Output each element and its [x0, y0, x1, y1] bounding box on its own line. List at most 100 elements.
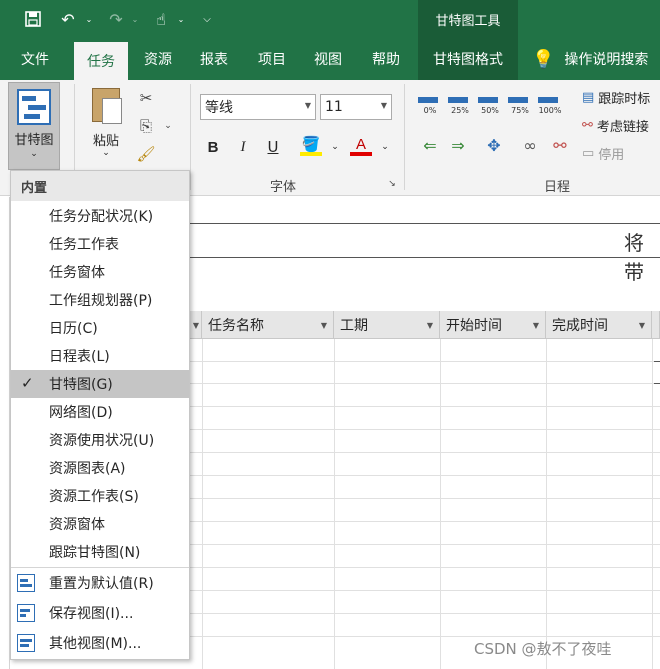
paste-button-label: 粘贴: [92, 134, 119, 149]
divider: [404, 84, 405, 190]
menu-item-more-views[interactable]: 其他视图(M)...: [11, 629, 189, 657]
font-size-value: 11: [325, 99, 343, 115]
indent-icon[interactable]: ⇒: [446, 134, 470, 156]
dialog-launcher-icon[interactable]: ↘: [386, 178, 398, 190]
link-tasks-icon[interactable]: ∞: [518, 134, 542, 156]
split-task-icon[interactable]: ✥: [482, 134, 506, 156]
view-bar: [0, 197, 10, 669]
font-name-value: 等线: [205, 100, 233, 116]
tab-help[interactable]: 帮助: [362, 38, 410, 80]
menu-item-resource-usage[interactable]: 资源使用状况(U): [11, 426, 189, 454]
divider: [190, 84, 191, 190]
format-painter-icon[interactable]: 🖌: [136, 144, 156, 164]
menu-item-tracking-gantt[interactable]: 跟踪甘特图(N): [11, 538, 189, 566]
menu-divider: [11, 567, 189, 568]
chevron-down-icon: ▼: [192, 321, 199, 330]
column-header-duration[interactable]: 工期 ▼: [334, 311, 440, 339]
unlink-tasks-icon[interactable]: ⚯: [548, 134, 572, 156]
menu-item-task-usage[interactable]: 任务分配状况(K): [11, 202, 189, 230]
mark-on-track-button[interactable]: ▤ 跟踪时标: [582, 88, 650, 107]
menu-item-resource-form[interactable]: 资源窗体: [11, 510, 189, 538]
font-size-combo[interactable]: 11 ▼: [320, 94, 392, 120]
timeline-text: 将带: [624, 231, 644, 284]
tab-report[interactable]: 报表: [190, 38, 238, 80]
tell-me-search[interactable]: 💡 操作说明搜索: [532, 38, 648, 80]
chevron-down-icon[interactable]: ⌄: [324, 136, 346, 158]
menu-item-timeline[interactable]: 日程表(L): [11, 342, 189, 370]
percent-complete-100-button[interactable]: 100%: [538, 94, 564, 116]
chevron-down-icon: ⌄: [30, 149, 38, 159]
inactivate-label: 停用: [598, 148, 625, 163]
respect-links-label: 考虑链接: [596, 120, 649, 135]
copy-dropdown-icon[interactable]: ⌄: [158, 116, 178, 136]
gantt-chart-icon: [17, 89, 51, 125]
mark-on-track-label: 跟踪时标: [598, 92, 651, 107]
cut-icon[interactable]: ✂: [136, 88, 156, 108]
contextual-tool-header: 甘特图工具: [418, 0, 518, 38]
respect-links-icon: ⚯: [582, 118, 593, 133]
schedule-group-label: 日程: [544, 180, 571, 195]
watermark: CSDN @敖不了夜哇: [474, 640, 612, 658]
save-icon[interactable]: [22, 8, 44, 30]
menu-item-task-sheet[interactable]: 任务工作表: [11, 230, 189, 258]
redo-dropdown-icon[interactable]: ⌄: [130, 8, 140, 30]
menu-item-save-view[interactable]: 保存视图(I)...: [11, 599, 189, 627]
font-color-button[interactable]: A: [350, 136, 372, 156]
reset-view-icon: [17, 574, 35, 592]
underline-button[interactable]: U: [262, 136, 284, 158]
customize-qat-icon[interactable]: ⌵: [200, 8, 214, 30]
percent-complete-50-button[interactable]: 50%: [478, 94, 504, 116]
undo-dropdown-icon[interactable]: ⌄: [84, 8, 94, 30]
tab-gantt-format[interactable]: 甘特图格式: [418, 38, 518, 80]
paste-button[interactable]: 粘贴 ⌄: [86, 86, 126, 166]
chevron-down-icon: ▼: [304, 101, 311, 110]
highlight-color-icon[interactable]: 🪣: [300, 135, 322, 156]
gantt-chart-view-button[interactable]: 甘特图 ⌄: [8, 82, 60, 170]
menu-item-task-form[interactable]: 任务窗体: [11, 258, 189, 286]
inactivate-button[interactable]: ▭ 停用: [582, 144, 624, 163]
tab-view[interactable]: 视图: [304, 38, 352, 80]
chevron-down-icon: ▼: [638, 321, 645, 330]
lightbulb-icon: 💡: [532, 48, 555, 70]
column-header-task-name[interactable]: 任务名称 ▼: [202, 311, 334, 339]
menu-item-reset-to-default[interactable]: 重置为默认值(R): [11, 569, 189, 597]
column-header-indicator[interactable]: ▼: [188, 311, 202, 339]
column-header-start[interactable]: 开始时间 ▼: [440, 311, 546, 339]
column-header-finish[interactable]: 完成时间 ▼: [546, 311, 652, 339]
italic-button[interactable]: I: [232, 136, 254, 158]
touch-mode-icon[interactable]: ☝: [150, 8, 172, 30]
copy-icon[interactable]: ⎘: [136, 116, 156, 136]
respect-links-button[interactable]: ⚯ 考虑链接: [582, 116, 649, 135]
checkmark-icon: ✓: [21, 374, 34, 392]
menu-item-team-planner[interactable]: 工作组规划器(P): [11, 286, 189, 314]
inactivate-icon: ▭: [582, 146, 595, 161]
outdent-icon[interactable]: ⇐: [418, 134, 442, 156]
tab-resource[interactable]: 资源: [134, 38, 182, 80]
menu-item-calendar[interactable]: 日历(C): [11, 314, 189, 342]
undo-icon[interactable]: ↶: [56, 8, 80, 30]
bold-button[interactable]: B: [202, 136, 224, 158]
menu-item-resource-graph[interactable]: 资源图表(A): [11, 454, 189, 482]
redo-icon[interactable]: ↷: [104, 8, 128, 30]
tell-me-label: 操作说明搜索: [564, 52, 649, 68]
more-views-icon: [17, 634, 35, 652]
percent-complete-75-button[interactable]: 75%: [508, 94, 534, 116]
chevron-down-icon: ▼: [532, 321, 539, 330]
gantt-chart-button-label: 甘特图: [14, 133, 54, 148]
chevron-down-icon[interactable]: ⌄: [374, 136, 396, 158]
touch-dropdown-icon[interactable]: ⌄: [176, 8, 186, 30]
chevron-down-icon: ⌄: [102, 148, 110, 158]
percent-complete-25-button[interactable]: 25%: [448, 94, 474, 116]
tab-task[interactable]: 任务: [74, 42, 128, 80]
menu-item-gantt-chart[interactable]: ✓ 甘特图(G): [11, 370, 189, 398]
chevron-down-icon: ▼: [426, 321, 433, 330]
menu-item-resource-sheet[interactable]: 资源工作表(S): [11, 482, 189, 510]
font-group-label: 字体: [270, 180, 297, 195]
tab-file[interactable]: 文件: [10, 38, 60, 80]
percent-complete-0-button[interactable]: 0%: [418, 94, 444, 116]
mark-on-track-icon: ▤: [582, 90, 595, 105]
chevron-down-icon: ▼: [320, 321, 327, 330]
tab-project[interactable]: 项目: [248, 38, 296, 80]
font-name-combo[interactable]: 等线 ▼: [200, 94, 316, 120]
menu-item-network-diagram[interactable]: 网络图(D): [11, 398, 189, 426]
